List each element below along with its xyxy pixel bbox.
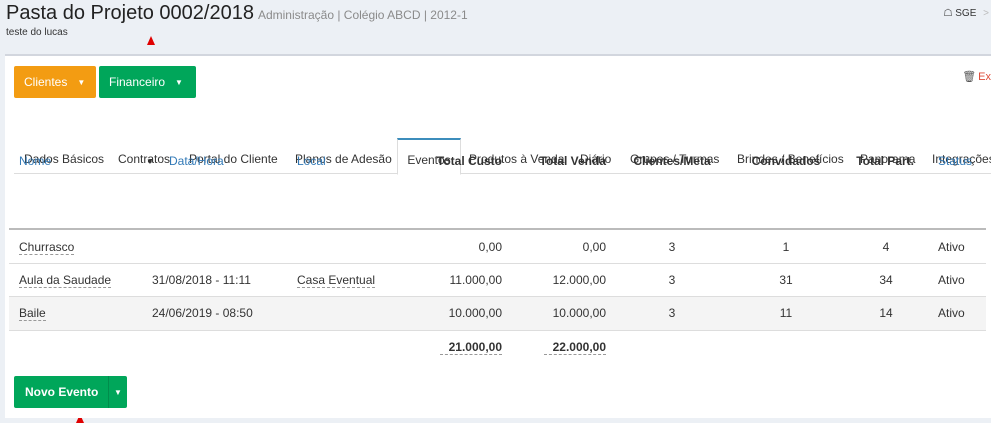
row-2-local[interactable]: Casa Eventual (297, 273, 376, 288)
financeiro-button-label: Financeiro (109, 75, 166, 89)
row-2-total-part: 34 (879, 273, 893, 287)
page-header: Pasta do Projeto 0002/2018 Administração … (0, 0, 991, 54)
row-1-total-custo: 0,00 (478, 240, 502, 254)
col-header-status[interactable]: Status (938, 154, 972, 168)
caret-down-icon: ▼ (175, 77, 183, 87)
row-3-convidados: 11 (779, 306, 793, 320)
col-header-convidados: Convidados (751, 154, 821, 168)
row-2-total-custo: 11.000,00 (449, 273, 503, 287)
row-2-data-hora: 31/08/2018 - 11:11 (152, 273, 251, 287)
col-header-local[interactable]: Local (297, 154, 326, 168)
row-divider (9, 263, 986, 264)
page-title-meta: Administração | Colégio ABCD | 2012-1 (257, 8, 468, 22)
row-2-status: Ativo (938, 273, 965, 287)
col-header-nome[interactable]: Nome (19, 154, 51, 168)
row-3-nome[interactable]: Baile (19, 306, 46, 321)
page-title: Pasta do Projeto 0002/2018 Administração … (6, 2, 468, 25)
row-3-total-part: 14 (879, 306, 893, 320)
table-header-divider (9, 228, 986, 230)
row-1-status: Ativo (938, 240, 965, 254)
delete-link[interactable]: 🗑 Ex (962, 70, 991, 83)
row-divider (9, 330, 986, 331)
breadcrumb-sge[interactable]: SGE (955, 8, 976, 19)
sort-caret-down-icon[interactable]: ▼ (146, 157, 154, 166)
page-subtitle: teste do lucas (6, 27, 68, 38)
row-3-clientes-meta: 3 (668, 306, 676, 320)
row-1-total-part: 4 (882, 240, 890, 254)
col-header-data-hora[interactable]: Data/Hora (169, 154, 224, 168)
caret-down-icon: ▼ (77, 77, 86, 87)
caret-down-icon[interactable]: ▼ (109, 388, 127, 397)
clientes-dropdown-button[interactable]: Clientes ▼ (14, 66, 96, 98)
col-header-total-part: Total Part. (856, 154, 914, 168)
row-3-data-hora: 24/06/2019 - 08:50 (152, 306, 253, 320)
clientes-button-label: Clientes (24, 75, 68, 89)
row-2-total-venda: 12.000,00 (552, 273, 606, 287)
row-3-status: Ativo (938, 306, 965, 320)
annotation-arrow-icon (147, 36, 155, 45)
total-custo-sum: 21.000,00 (440, 340, 502, 355)
row-2-clientes-meta: 3 (668, 273, 676, 287)
row-1-nome[interactable]: Churrasco (19, 240, 75, 255)
novo-evento-split-button[interactable]: Novo Evento ▼ (14, 376, 127, 408)
row-2-nome[interactable]: Aula da Saudade (19, 273, 112, 288)
row-1-total-venda: 0,00 (582, 240, 606, 254)
row-3-total-venda: 10.000,00 (552, 306, 606, 320)
novo-evento-button[interactable]: Novo Evento (14, 385, 108, 399)
col-header-total-venda: Total Venda (539, 154, 606, 168)
delete-link-label: Ex (978, 71, 991, 83)
breadcrumb: ☖ SGE > (944, 8, 990, 19)
total-venda-sum: 22.000,00 (544, 340, 606, 355)
col-header-total-custo: Total Custo (436, 154, 502, 168)
row-1-convidados: 1 (782, 240, 790, 254)
trash-icon: 🗑 (962, 71, 977, 83)
col-header-clientes-meta: Clientes/Meta (633, 154, 711, 168)
breadcrumb-separator-icon: > (983, 8, 989, 19)
row-1-clientes-meta: 3 (668, 240, 676, 254)
main-panel: Clientes ▼ Financeiro ▼ 🗑 Ex Dados Básico… (5, 54, 991, 418)
tab-contratos[interactable]: Contratos (118, 138, 170, 174)
row-divider (9, 296, 986, 297)
home-icon[interactable]: ☖ (944, 8, 953, 19)
page-title-text: Pasta do Projeto 0002/2018 (6, 2, 254, 24)
financeiro-dropdown-button[interactable]: Financeiro ▼ (99, 66, 196, 98)
row-3-total-custo: 10.000,00 (448, 306, 502, 320)
row-2-convidados: 31 (779, 273, 793, 287)
